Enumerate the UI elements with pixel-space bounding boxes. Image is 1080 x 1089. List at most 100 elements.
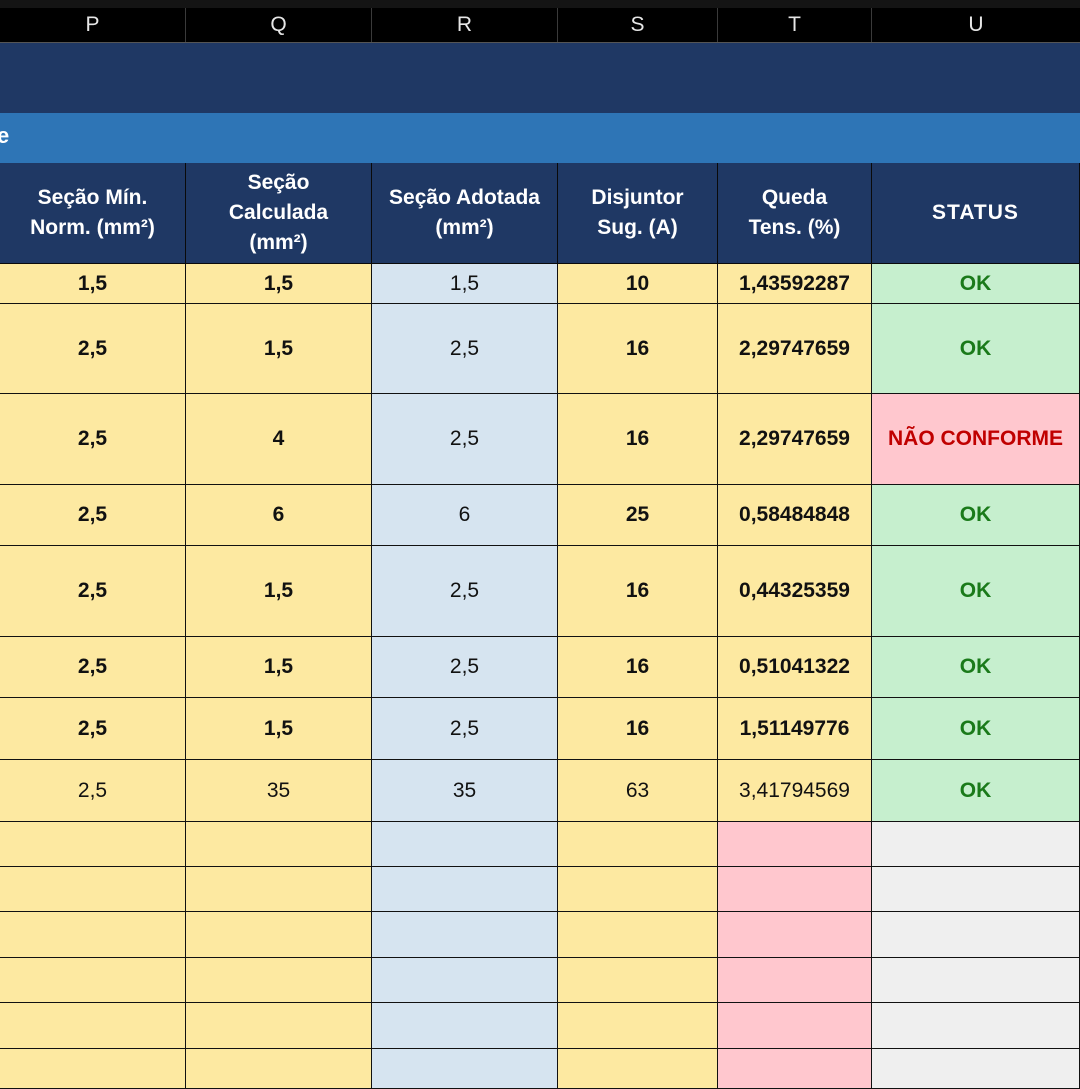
empty-cell[interactable] bbox=[372, 822, 558, 867]
cell-status[interactable]: OK bbox=[872, 637, 1080, 698]
cell-secao-calc[interactable]: 1,5 bbox=[186, 304, 372, 394]
section-band[interactable]: e bbox=[0, 113, 1080, 163]
cell-queda[interactable]: 0,44325359 bbox=[718, 546, 872, 637]
cell-secao-calc[interactable]: 1,5 bbox=[186, 698, 372, 760]
cell-secao-adot[interactable]: 2,5 bbox=[372, 394, 558, 485]
empty-cell[interactable] bbox=[186, 1049, 372, 1089]
cell-disjuntor[interactable]: 63 bbox=[558, 760, 718, 822]
cell-secao-min[interactable]: 2,5 bbox=[0, 485, 186, 546]
cell-secao-adot[interactable]: 35 bbox=[372, 760, 558, 822]
column-header-r[interactable]: R bbox=[372, 8, 558, 42]
empty-cell[interactable] bbox=[186, 822, 372, 867]
empty-cell[interactable] bbox=[186, 867, 372, 912]
cell-secao-calc[interactable]: 1,5 bbox=[186, 637, 372, 698]
cell-disjuntor[interactable]: 16 bbox=[558, 637, 718, 698]
cell-secao-min[interactable]: 2,5 bbox=[0, 304, 186, 394]
empty-cell[interactable] bbox=[718, 1049, 872, 1089]
column-header-p[interactable]: P bbox=[0, 8, 186, 42]
cell-secao-adot[interactable]: 1,5 bbox=[372, 264, 558, 304]
column-header-u[interactable]: U bbox=[872, 8, 1080, 42]
cell-secao-min[interactable]: 2,5 bbox=[0, 637, 186, 698]
cell-secao-adot[interactable]: 2,5 bbox=[372, 304, 558, 394]
empty-cell[interactable] bbox=[0, 822, 186, 867]
cell-status[interactable]: NÃO CONFORME bbox=[872, 394, 1080, 485]
empty-cell[interactable] bbox=[558, 1049, 718, 1089]
column-header-bar: P Q R S T U bbox=[0, 0, 1080, 43]
empty-cell[interactable] bbox=[186, 912, 372, 958]
cell-queda[interactable]: 1,43592287 bbox=[718, 264, 872, 304]
empty-cell[interactable] bbox=[872, 912, 1080, 958]
column-header-t[interactable]: T bbox=[718, 8, 872, 42]
empty-cell[interactable] bbox=[718, 867, 872, 912]
empty-cell[interactable] bbox=[186, 1003, 372, 1049]
column-header-q[interactable]: Q bbox=[186, 8, 372, 42]
cell-queda[interactable]: 0,58484848 bbox=[718, 485, 872, 546]
cell-disjuntor[interactable]: 16 bbox=[558, 394, 718, 485]
cell-secao-adot[interactable]: 6 bbox=[372, 485, 558, 546]
empty-cell[interactable] bbox=[718, 912, 872, 958]
cell-secao-calc[interactable]: 1,5 bbox=[186, 264, 372, 304]
cell-secao-calc[interactable]: 6 bbox=[186, 485, 372, 546]
empty-cell[interactable] bbox=[558, 912, 718, 958]
cell-secao-calc[interactable]: 35 bbox=[186, 760, 372, 822]
cell-disjuntor[interactable]: 16 bbox=[558, 546, 718, 637]
cell-queda[interactable]: 1,51149776 bbox=[718, 698, 872, 760]
cell-status[interactable]: OK bbox=[872, 264, 1080, 304]
empty-cell[interactable] bbox=[872, 867, 1080, 912]
cell-queda[interactable]: 0,51041322 bbox=[718, 637, 872, 698]
empty-cell[interactable] bbox=[718, 958, 872, 1003]
empty-cell[interactable] bbox=[872, 1003, 1080, 1049]
cell-status[interactable]: OK bbox=[872, 546, 1080, 637]
empty-cell[interactable] bbox=[558, 958, 718, 1003]
cell-queda[interactable]: 3,41794569 bbox=[718, 760, 872, 822]
empty-cell[interactable] bbox=[558, 822, 718, 867]
empty-cell[interactable] bbox=[0, 1049, 186, 1089]
cell-disjuntor[interactable]: 16 bbox=[558, 304, 718, 394]
empty-cell[interactable] bbox=[718, 822, 872, 867]
cell-secao-min[interactable]: 2,5 bbox=[0, 394, 186, 485]
cell-secao-min[interactable]: 1,5 bbox=[0, 264, 186, 304]
cell-status[interactable]: OK bbox=[872, 760, 1080, 822]
empty-cell[interactable] bbox=[0, 1003, 186, 1049]
cell-secao-calc[interactable]: 1,5 bbox=[186, 546, 372, 637]
empty-cell[interactable] bbox=[558, 867, 718, 912]
empty-cell[interactable] bbox=[372, 867, 558, 912]
empty-cell[interactable] bbox=[0, 958, 186, 1003]
cell-secao-min[interactable]: 2,5 bbox=[0, 698, 186, 760]
empty-cell[interactable] bbox=[372, 1049, 558, 1089]
header-secao-min[interactable]: Seção Mín. Norm. (mm²) bbox=[0, 163, 186, 264]
empty-cell[interactable] bbox=[372, 1003, 558, 1049]
empty-cell[interactable] bbox=[872, 1049, 1080, 1089]
empty-cell[interactable] bbox=[558, 1003, 718, 1049]
cell-disjuntor[interactable]: 25 bbox=[558, 485, 718, 546]
empty-cell[interactable] bbox=[0, 912, 186, 958]
title-band[interactable] bbox=[0, 43, 1080, 113]
cell-secao-adot[interactable]: 2,5 bbox=[372, 698, 558, 760]
header-disjuntor[interactable]: Disjuntor Sug. (A) bbox=[558, 163, 718, 264]
empty-cell[interactable] bbox=[0, 867, 186, 912]
cell-secao-calc[interactable]: 4 bbox=[186, 394, 372, 485]
empty-cell[interactable] bbox=[872, 822, 1080, 867]
empty-cell[interactable] bbox=[186, 958, 372, 1003]
cell-status[interactable]: OK bbox=[872, 698, 1080, 760]
header-queda-tensao[interactable]: Queda Tens. (%) bbox=[718, 163, 872, 264]
cell-disjuntor[interactable]: 10 bbox=[558, 264, 718, 304]
cell-queda[interactable]: 2,29747659 bbox=[718, 394, 872, 485]
cell-secao-min[interactable]: 2,5 bbox=[0, 546, 186, 637]
cell-disjuntor[interactable]: 16 bbox=[558, 698, 718, 760]
empty-cell[interactable] bbox=[718, 1003, 872, 1049]
column-header-s[interactable]: S bbox=[558, 8, 718, 42]
header-secao-adotada[interactable]: Seção Adotada (mm²) bbox=[372, 163, 558, 264]
empty-cell[interactable] bbox=[372, 958, 558, 1003]
cell-status[interactable]: OK bbox=[872, 304, 1080, 394]
cell-secao-adot[interactable]: 2,5 bbox=[372, 546, 558, 637]
header-secao-calculada[interactable]: Seção Calculada (mm²) bbox=[186, 163, 372, 264]
cell-queda[interactable]: 2,29747659 bbox=[718, 304, 872, 394]
cell-status[interactable]: OK bbox=[872, 485, 1080, 546]
header-status[interactable]: STATUS bbox=[872, 163, 1080, 264]
section-title-fragment: e bbox=[0, 123, 10, 148]
empty-cell[interactable] bbox=[872, 958, 1080, 1003]
empty-cell[interactable] bbox=[372, 912, 558, 958]
cell-secao-adot[interactable]: 2,5 bbox=[372, 637, 558, 698]
cell-secao-min[interactable]: 2,5 bbox=[0, 760, 186, 822]
